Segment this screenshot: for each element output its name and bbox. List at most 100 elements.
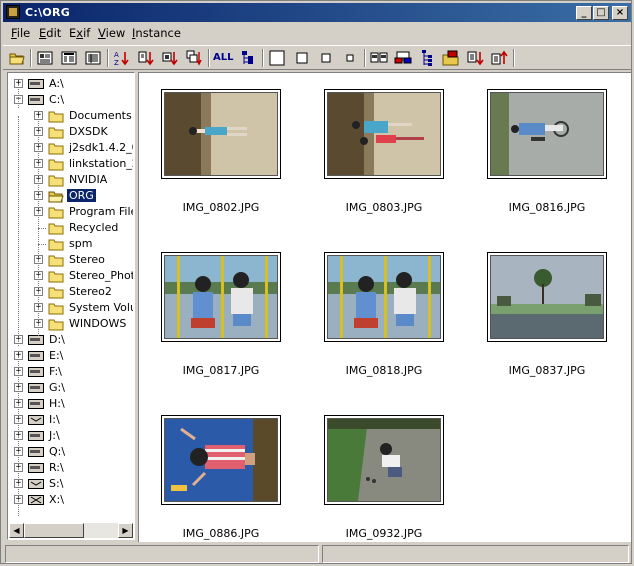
- thumbnail-frame[interactable]: [161, 252, 281, 342]
- sort-name-icon[interactable]: AZ: [113, 49, 131, 67]
- thumbnail-img-0886-jpg[interactable]: IMG_0886.JPG: [161, 415, 281, 565]
- thumbnail-img-0816-jpg[interactable]: IMG_0816.JPG: [487, 89, 607, 239]
- tree-item-label: WINDOWS: [69, 317, 127, 330]
- photo-thumbnail[interactable]: [490, 255, 604, 339]
- status-pane-left: [5, 545, 319, 563]
- menu-exif[interactable]: Exif: [69, 26, 90, 40]
- toolbar: AZ ALL: [3, 45, 631, 70]
- tree-item-label: Stereo2: [69, 285, 112, 298]
- folder-icon: [48, 301, 64, 315]
- photo-thumbnail[interactable]: [327, 418, 441, 502]
- scroll-right-button[interactable]: ▶: [118, 523, 133, 538]
- tree-item-label: linkstation_2004: [69, 157, 133, 170]
- photo-thumbnail[interactable]: [164, 255, 278, 339]
- status-pane-right: [322, 545, 629, 563]
- folder-icon: [48, 221, 64, 235]
- tree-item-label: G:\: [49, 381, 65, 394]
- thumbnail-frame[interactable]: [324, 252, 444, 342]
- thumbnail-grid[interactable]: IMG_0802.JPG IMG_0803.JPG IMG_0816.JPG IMG_…: [138, 72, 631, 542]
- select-all-label: ALL: [213, 52, 234, 63]
- photo-thumbnail[interactable]: [327, 255, 441, 339]
- thumbnail-frame[interactable]: [161, 415, 281, 505]
- thumbnail-img-0932-jpg[interactable]: IMG_0932.JPG: [324, 415, 444, 565]
- thumbnail-img-0802-jpg[interactable]: IMG_0802.JPG: [161, 89, 281, 239]
- drive-icon: [28, 95, 44, 105]
- thumbnail-frame[interactable]: [324, 415, 444, 505]
- photo-thumbnail[interactable]: [164, 92, 278, 176]
- maximize-button[interactable]: □: [593, 6, 609, 20]
- folder-icon: [48, 205, 64, 219]
- thumb-size-s-icon[interactable]: [341, 49, 359, 67]
- thumbnail-img-0803-jpg[interactable]: IMG_0803.JPG: [324, 89, 444, 239]
- scroll-left-button[interactable]: ◀: [9, 523, 24, 538]
- anaglyph-glasses-icon[interactable]: [394, 49, 412, 67]
- folder-tree-icon[interactable]: [239, 49, 257, 67]
- tree-item-label: Documents and Settings: [69, 109, 133, 122]
- tree-item-label: R:\: [49, 461, 64, 474]
- menu-instance[interactable]: Instance: [132, 26, 181, 40]
- drive-icon: [28, 431, 44, 441]
- thumb-size-l-icon[interactable]: [293, 49, 311, 67]
- tree-item-label: j2sdk1.4.2_04: [69, 141, 133, 154]
- menu-file[interactable]: File: [11, 26, 30, 40]
- open-folder-icon: [48, 189, 64, 203]
- thumbnail-frame[interactable]: [161, 89, 281, 179]
- view-list-icon[interactable]: [60, 49, 78, 67]
- drive-icon: [28, 463, 44, 473]
- sort-date-icon[interactable]: [137, 49, 155, 67]
- tree-item-label: NVIDIA: [69, 173, 108, 186]
- tree-item-label: System Volume Information: [69, 301, 133, 314]
- photo-thumbnail[interactable]: [490, 92, 604, 176]
- thumbnail-img-0817-jpg[interactable]: IMG_0817.JPG: [161, 252, 281, 402]
- scroll-thumb[interactable]: [24, 523, 84, 538]
- tree-item-label: spm: [69, 237, 93, 250]
- photo-thumbnail[interactable]: [164, 418, 278, 502]
- folder-icon: [48, 237, 64, 251]
- thumbnail-filename: IMG_0816.JPG: [508, 201, 586, 214]
- tree-item-label: A:\: [49, 77, 64, 90]
- tree-item-label: ORG: [66, 188, 97, 203]
- sort-ascending-icon[interactable]: [466, 49, 484, 67]
- close-button[interactable]: ×: [612, 6, 628, 20]
- thumbnail-frame[interactable]: [487, 252, 607, 342]
- minimize-button[interactable]: _: [576, 6, 592, 20]
- tree-item-label: X:\: [49, 493, 64, 506]
- sort-type-icon[interactable]: [185, 49, 203, 67]
- folder-icon: [48, 253, 64, 267]
- select-all-button[interactable]: ALL: [213, 49, 237, 67]
- photo-thumbnail[interactable]: [327, 92, 441, 176]
- folder-tree[interactable]: +A:\−C:\+Documents and Settings+DXSDK+j2…: [7, 72, 135, 540]
- view-large-icons-icon[interactable]: [36, 49, 54, 67]
- thumb-size-xl-icon[interactable]: [268, 49, 286, 67]
- tree-item-label: E:\: [49, 349, 64, 362]
- app-icon[interactable]: [6, 5, 20, 19]
- thumbnail-img-0837-jpg[interactable]: IMG_0837.JPG: [487, 252, 607, 402]
- menu-view[interactable]: View: [98, 26, 125, 40]
- drive-icon: [28, 79, 44, 89]
- stereo-view-icon[interactable]: [370, 49, 388, 67]
- tree-item-label: D:\: [49, 333, 65, 346]
- tree-item-label: J:\: [49, 429, 60, 442]
- drive-icon: [28, 399, 44, 409]
- tree-item-label: S:\: [49, 477, 64, 490]
- title-bar[interactable]: C:\ORG _ □ ×: [3, 3, 631, 22]
- thumbnail-img-0818-jpg[interactable]: IMG_0818.JPG: [324, 252, 444, 402]
- slideshow-icon[interactable]: [442, 49, 460, 67]
- network-drive-icon: [28, 495, 44, 505]
- tree-item-label: Stereo: [69, 253, 105, 266]
- sort-size-icon[interactable]: [161, 49, 179, 67]
- open-folder-icon[interactable]: [8, 49, 26, 67]
- thumbnail-filename: IMG_0817.JPG: [182, 364, 260, 377]
- cd-drive-icon: [28, 479, 44, 489]
- thumbnail-frame[interactable]: [324, 89, 444, 179]
- view-details-icon[interactable]: [84, 49, 102, 67]
- drive-icon: [28, 351, 44, 361]
- thumbnail-frame[interactable]: [487, 89, 607, 179]
- thumb-size-m-icon[interactable]: [317, 49, 335, 67]
- window-title: C:\ORG: [25, 6, 71, 19]
- tree-horizontal-scrollbar[interactable]: ◀ ▶: [9, 523, 133, 538]
- menu-edit[interactable]: Edit: [39, 26, 61, 40]
- sort-descending-icon[interactable]: [490, 49, 508, 67]
- tree-view-icon[interactable]: [418, 49, 436, 67]
- drive-icon: [28, 367, 44, 377]
